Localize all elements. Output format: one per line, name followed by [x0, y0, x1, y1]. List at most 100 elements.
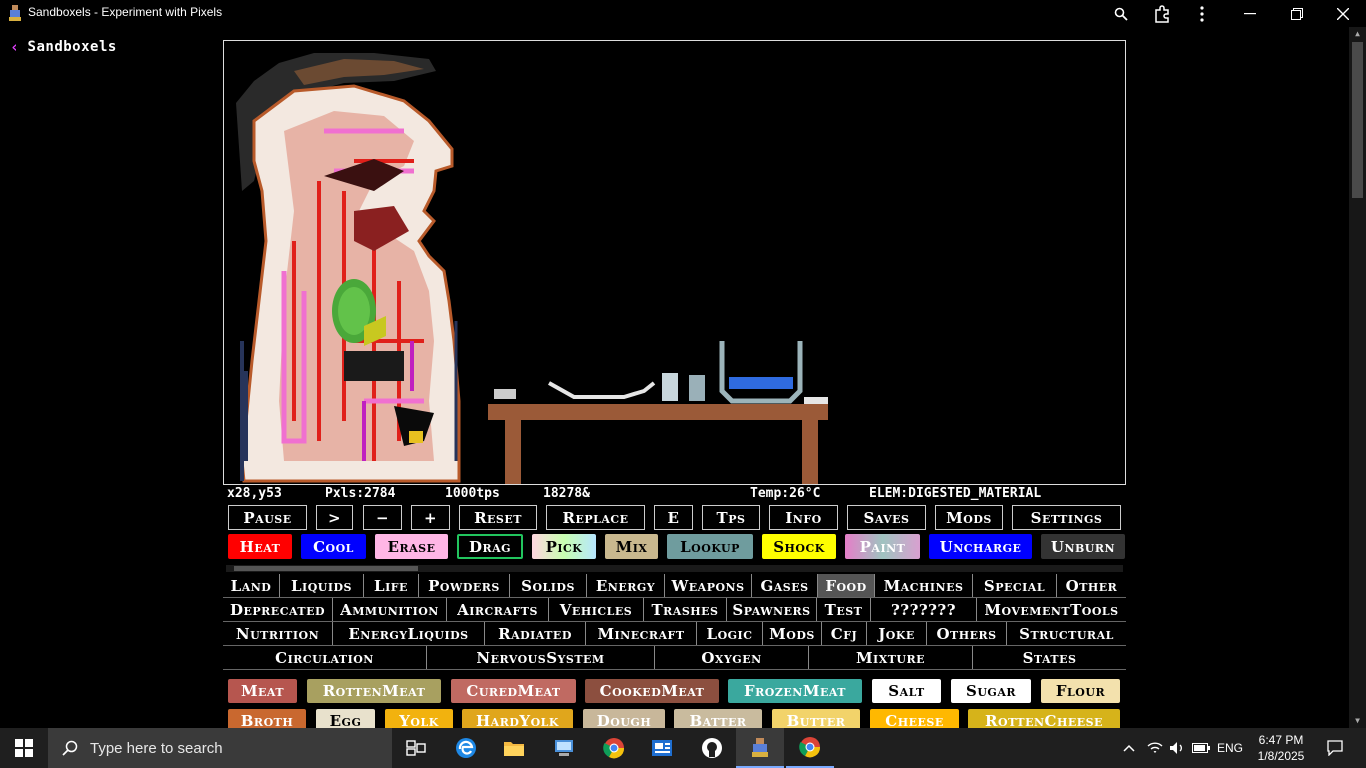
category-gases[interactable]: Gases: [752, 574, 818, 597]
category-cfj[interactable]: Cfj: [822, 622, 867, 645]
edge-browser-icon[interactable]: [442, 728, 490, 768]
tool-heat[interactable]: Heat: [228, 534, 292, 559]
clock[interactable]: 6:47 PM 1/8/2025: [1250, 728, 1312, 768]
file-explorer-icon[interactable]: [490, 728, 538, 768]
language-indicator[interactable]: ENG: [1214, 728, 1246, 768]
github-icon[interactable]: [688, 728, 736, 768]
tool-shock[interactable]: Shock: [762, 534, 836, 559]
category-circulation[interactable]: Circulation: [223, 646, 427, 669]
element-cookedmeat[interactable]: CookedMeat: [585, 679, 719, 703]
saves-button[interactable]: Saves: [847, 505, 926, 530]
settings-button[interactable]: Settings: [1012, 505, 1121, 530]
task-view-icon[interactable]: [392, 728, 440, 768]
extensions-icon[interactable]: [1148, 2, 1176, 26]
tool-erase[interactable]: Erase: [375, 534, 448, 559]
category-structural[interactable]: Structural: [1007, 622, 1126, 645]
taskbar-search[interactable]: Type here to search: [48, 728, 392, 768]
brush-smaller-button[interactable]: −: [363, 505, 402, 530]
tps-button[interactable]: Tps: [702, 505, 760, 530]
news-app-icon[interactable]: [638, 728, 686, 768]
category-others[interactable]: Others: [927, 622, 1007, 645]
category-machines[interactable]: Machines: [875, 574, 973, 597]
reset-button[interactable]: Reset: [459, 505, 537, 530]
tool-uncharge[interactable]: Uncharge: [929, 534, 1032, 559]
minimize-icon[interactable]: [1236, 2, 1264, 26]
tool-paint[interactable]: Paint: [845, 534, 920, 559]
category-logic[interactable]: Logic: [697, 622, 763, 645]
restore-icon[interactable]: [1283, 2, 1311, 26]
toolbar-scrollbar-thumb[interactable]: [234, 566, 418, 571]
sandboxels-taskbar-icon[interactable]: [736, 728, 784, 768]
category-liquids[interactable]: Liquids: [280, 574, 364, 597]
windows-start-icon[interactable]: [0, 728, 48, 768]
category-mixture[interactable]: Mixture: [809, 646, 973, 669]
more-menu-icon[interactable]: [1188, 2, 1216, 26]
replace-button[interactable]: Replace: [546, 505, 645, 530]
category-vehicles[interactable]: Vehicles: [549, 598, 644, 621]
category-unknown[interactable]: ???????: [871, 598, 977, 621]
category-food[interactable]: Food: [818, 574, 875, 597]
category-nervoussystem[interactable]: NervousSystem: [427, 646, 655, 669]
category-states[interactable]: States: [973, 646, 1126, 669]
element-frozenmeat[interactable]: FrozenMeat: [728, 679, 862, 703]
tool-lookup[interactable]: Lookup: [667, 534, 753, 559]
category-land[interactable]: Land: [223, 574, 280, 597]
scrollbar-thumb[interactable]: [1352, 42, 1363, 198]
category-life[interactable]: Life: [364, 574, 419, 597]
page-scrollbar[interactable]: ▲ ▼: [1349, 27, 1366, 728]
category-weapons[interactable]: Weapons: [665, 574, 752, 597]
info-button[interactable]: Info: [769, 505, 838, 530]
mods-button[interactable]: Mods: [935, 505, 1003, 530]
scroll-up-icon[interactable]: ▲: [1352, 29, 1363, 39]
category-other[interactable]: Other: [1057, 574, 1126, 597]
tray-overflow-icon[interactable]: [1118, 728, 1140, 768]
category-radiated[interactable]: Radiated: [485, 622, 586, 645]
network-icon[interactable]: [1144, 728, 1166, 768]
chrome-browser-icon[interactable]: [590, 728, 638, 768]
category-spawners[interactable]: Spawners: [727, 598, 817, 621]
category-ammunition[interactable]: Ammunition: [333, 598, 447, 621]
toolbar-scrollbar[interactable]: [226, 565, 1123, 572]
category-energyliquids[interactable]: EnergyLiquids: [333, 622, 485, 645]
category-aircrafts[interactable]: Aircrafts: [447, 598, 549, 621]
pixel-count: Pxls:2784: [325, 486, 396, 501]
element-meat[interactable]: Meat: [228, 679, 297, 703]
control-panel-icon[interactable]: [540, 728, 588, 768]
category-test[interactable]: Test: [817, 598, 871, 621]
category-joke[interactable]: Joke: [867, 622, 927, 645]
tool-drag[interactable]: Drag: [457, 534, 523, 559]
category-oxygen[interactable]: Oxygen: [655, 646, 809, 669]
tool-mix[interactable]: Mix: [605, 534, 658, 559]
category-energy[interactable]: Energy: [587, 574, 665, 597]
category-movementtools[interactable]: MovementTools: [977, 598, 1126, 621]
category-special[interactable]: Special: [973, 574, 1057, 597]
chrome-profile-icon[interactable]: [786, 728, 834, 768]
step-button[interactable]: >: [316, 505, 353, 530]
zoom-icon[interactable]: [1107, 2, 1135, 26]
category-deprecated[interactable]: Deprecated: [223, 598, 333, 621]
element-curedmeat[interactable]: CuredMeat: [451, 679, 576, 703]
game-canvas[interactable]: [223, 40, 1126, 485]
e-button[interactable]: E: [654, 505, 693, 530]
category-solids[interactable]: Solids: [510, 574, 587, 597]
back-link[interactable]: ‹ Sandboxels: [10, 38, 117, 56]
close-icon[interactable]: [1329, 2, 1357, 26]
element-salt[interactable]: Salt: [872, 679, 941, 703]
tool-unburn[interactable]: Unburn: [1041, 534, 1125, 559]
pause-button[interactable]: Pause: [228, 505, 307, 530]
tool-pick[interactable]: Pick: [532, 534, 596, 559]
notifications-icon[interactable]: [1318, 728, 1352, 768]
category-minecraft[interactable]: Minecraft: [586, 622, 697, 645]
category-powders[interactable]: Powders: [419, 574, 510, 597]
category-trashes[interactable]: Trashes: [644, 598, 727, 621]
element-flour[interactable]: Flour: [1041, 679, 1120, 703]
element-rottenmeat[interactable]: RottenMeat: [307, 679, 441, 703]
tool-cool[interactable]: Cool: [301, 534, 366, 559]
category-mods[interactable]: Mods: [763, 622, 822, 645]
category-nutrition[interactable]: Nutrition: [223, 622, 333, 645]
battery-icon[interactable]: [1190, 728, 1212, 768]
element-sugar[interactable]: Sugar: [951, 679, 1031, 703]
brush-larger-button[interactable]: +: [411, 505, 450, 530]
scroll-down-icon[interactable]: ▼: [1352, 716, 1363, 726]
volume-icon[interactable]: [1166, 728, 1188, 768]
